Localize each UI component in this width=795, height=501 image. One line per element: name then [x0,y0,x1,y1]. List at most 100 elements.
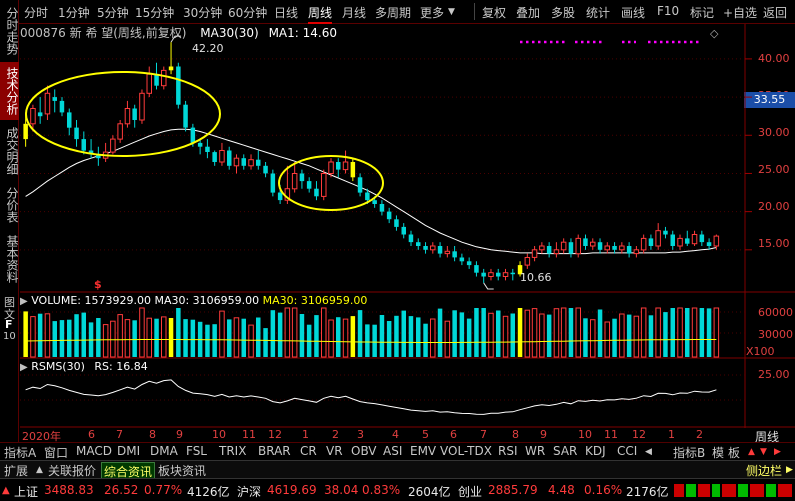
volume-bar [481,308,486,357]
volume-bar [67,319,72,357]
template-tab[interactable]: 模 [712,444,724,461]
breadth-segment [766,484,776,497]
market-status-bar: ▲ 上证 3488.83 26.52 0.77% 4126亿 沪深 4619.6… [0,478,795,501]
rsms-param-label: RSMS(30) [31,360,85,373]
volume-bar [612,318,617,357]
chevron-right-icon[interactable]: ▶ [784,465,795,475]
indicator-tab[interactable]: KDJ [585,444,606,458]
candle-body [691,234,698,245]
tab-related-quotes[interactable]: 关联报价 [46,462,98,479]
candle-body [241,158,246,166]
volume-bar [168,318,174,357]
candle-body [176,66,181,105]
high-pointer [170,35,182,43]
highlight-ellipse [25,71,221,157]
breadth-segment [750,484,764,497]
indicator-tab[interactable]: 窗口 [44,444,68,461]
indicator-tab[interactable]: BRAR [258,444,291,458]
volume-bar [546,314,552,357]
date-label: 4 [392,428,399,441]
candle-body [510,272,515,275]
volume-bar [110,320,116,358]
cy-index-pct: 0.16% [584,483,623,497]
volume-bar [488,312,494,358]
hs-index-value: 4619.69 [267,483,317,497]
indicator-tab[interactable]: TRIX [219,444,246,458]
chevron-up-icon[interactable]: ▲ [34,465,45,475]
volume-bar [299,314,305,357]
volume-bar [132,320,137,357]
chevron-left-icon[interactable]: ◀ [645,447,652,457]
indicator-tab-b[interactable]: 指标B [673,444,705,461]
low-price-mark: 10.66 [520,271,552,284]
volume-bar [263,328,268,357]
volume-bar [328,319,334,358]
volume-bar [691,307,698,358]
candle-body [291,173,298,190]
chevron-right-icon: ▶ [20,296,28,307]
indicator-tab[interactable]: MACD [76,444,112,458]
cy-index-name[interactable]: 创业 [458,483,482,500]
indicator-tab[interactable]: CR [300,444,317,458]
indicator-tab[interactable]: DMI [117,444,140,458]
volume-bar [139,307,145,358]
indicator-tab[interactable]: EMV [410,444,436,458]
candle-body [212,152,217,162]
candle-body [205,146,210,152]
tab-extend[interactable]: 扩展 [2,462,30,479]
indicator-tab[interactable]: FSL [186,444,207,458]
candle-body [474,265,479,273]
rs-value: RS: 16.84 [94,360,148,373]
candle-body [488,272,494,278]
indicator-tab[interactable]: ASI [383,444,402,458]
tab-sector-news[interactable]: 板块资讯 [156,462,208,479]
indicator-tab[interactable]: WR [525,444,545,458]
candle-body [524,257,531,266]
candle-body [219,150,225,163]
candle-body [183,104,188,128]
candle-body [139,92,145,121]
candle-body [481,272,486,277]
candle-body [23,123,28,140]
volume-bar [510,313,515,357]
chevron-right-icon[interactable]: ▶ [774,447,781,457]
volume-bar [539,313,545,358]
volume-bar [365,324,370,357]
breadth-segment [686,484,696,497]
date-label: 7 [116,428,123,441]
triangle-down-icon[interactable]: ▼ [760,447,767,457]
date-label: 8 [512,428,519,441]
volume-bar [30,316,36,358]
indicator-tab[interactable]: RSI [498,444,518,458]
sidebar-toggle[interactable]: 侧边栏 [744,462,784,479]
candle-body [197,142,203,147]
breadth-segment [674,484,684,497]
indicator-tab[interactable]: SAR [553,444,577,458]
candle-body [256,159,261,166]
indicator-tab[interactable]: OBV [351,444,377,458]
date-label: 1 [668,428,675,441]
indicator-tab[interactable]: 指标A [4,444,36,461]
panel-tab[interactable]: 板 [728,444,740,461]
triangle-up-icon[interactable]: ▲ [748,447,755,457]
sh-index-name[interactable]: 上证 [14,483,38,500]
volume-bar [474,308,479,357]
volume-bar [590,319,596,358]
candle-body [117,123,123,140]
candle-body [706,242,712,246]
volume-bar [706,308,712,357]
breadth-segment [738,484,748,497]
hs-index-amount: 2604亿 [408,485,451,499]
indicator-tab[interactable]: CCI [617,444,637,458]
volume-bar [37,313,43,357]
hs-index-name[interactable]: 沪深 [237,483,261,500]
indicator-tab[interactable]: DMA [150,444,178,458]
candle-body [430,245,436,251]
date-label: 2 [332,428,339,441]
indicator-tab[interactable]: VR [326,444,343,458]
indicator-tab[interactable]: VOL-TDX [440,444,492,458]
candle-body [350,162,356,178]
volume-bar [117,314,123,358]
candle-body [539,245,545,251]
chart-canvas[interactable] [0,0,795,442]
